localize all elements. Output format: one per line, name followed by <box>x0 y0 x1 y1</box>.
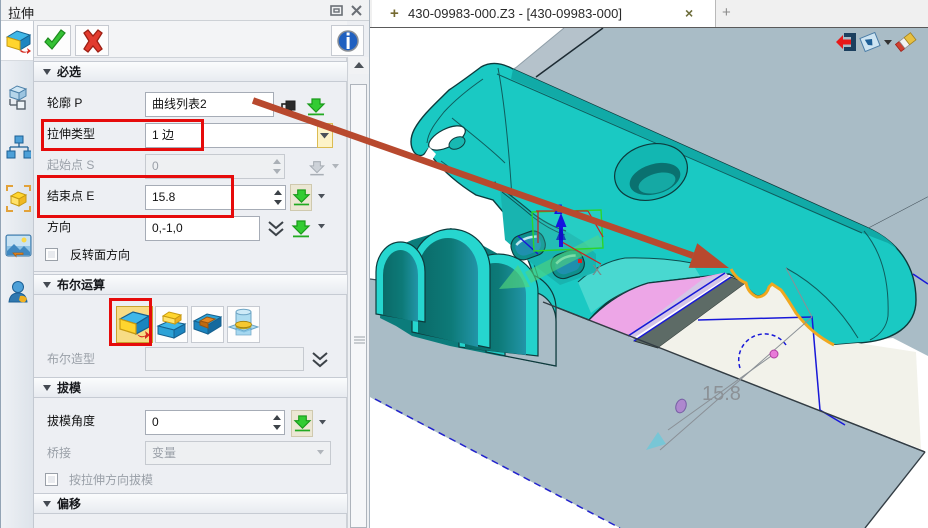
svg-text:15.8: 15.8 <box>702 383 741 405</box>
svg-text:Z: Z <box>554 201 563 217</box>
svg-text:X: X <box>592 262 602 279</box>
